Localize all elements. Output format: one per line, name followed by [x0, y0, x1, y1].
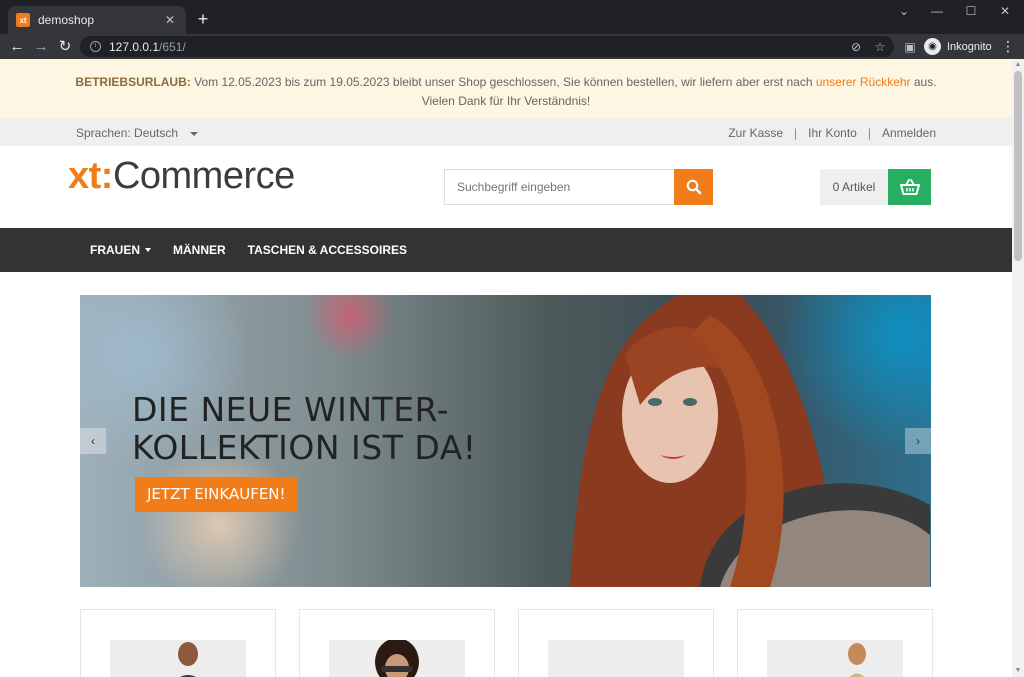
hero-title-line1: DIE NEUE WINTER-: [132, 390, 450, 429]
separator: |: [867, 126, 871, 140]
product-card[interactable]: [299, 609, 495, 677]
product-photo: [375, 640, 419, 677]
notice-banner: BETRIEBSURLAUB: Vom 12.05.2023 bis zum 1…: [0, 59, 1012, 118]
nav-item-men[interactable]: MÄNNER: [173, 243, 226, 257]
notice-label: BETRIEBSURLAUB:: [75, 75, 191, 89]
product-card[interactable]: [80, 609, 276, 677]
nav-item-label: TASCHEN & ACCESSOIRES: [247, 243, 408, 257]
new-tab-button[interactable]: +: [194, 8, 212, 30]
product-photo: [178, 642, 198, 677]
nav-item-label: MÄNNER: [173, 243, 226, 257]
search-icon: [686, 179, 701, 195]
caret-down-icon: [190, 131, 199, 136]
browser-tab[interactable]: xt demoshop ✕: [8, 6, 186, 34]
url-path: /651/: [159, 39, 186, 54]
profile-label: Inkognito: [947, 40, 992, 53]
profile-button[interactable]: ◉ Inkognito: [924, 36, 992, 57]
hero-model-image: [570, 295, 930, 587]
search-form: [444, 169, 713, 205]
separator: |: [794, 126, 798, 140]
tab-search-icon[interactable]: ⌄: [893, 4, 915, 20]
tab-title: demoshop: [38, 13, 95, 27]
logo-text: Commerce: [112, 155, 295, 197]
hero-title-line2: KOLLEKTION IST DA!: [132, 428, 477, 467]
scroll-down-icon[interactable]: ▼: [1014, 667, 1022, 675]
hero-slider[interactable]: DIE NEUE WINTER- KOLLEKTION IST DA! JETZ…: [80, 295, 931, 587]
notice-end: aus.: [910, 75, 937, 89]
chevron-left-icon[interactable]: ‹: [80, 428, 106, 454]
product-image: [110, 640, 246, 677]
hero-title: DIE NEUE WINTER- KOLLEKTION IST DA!: [132, 391, 477, 467]
scrollbar[interactable]: ▲ ▼: [1012, 59, 1024, 677]
incognito-icon: ◉: [924, 38, 941, 55]
top-bar: Sprachen: Deutsch Zur Kasse | Ihr Konto …: [0, 118, 1012, 146]
cart-count[interactable]: 0 Artikel: [820, 169, 888, 205]
notice-text: Vom 12.05.2023 bis zum 19.05.2023 bleibt…: [190, 75, 816, 89]
product-image: [329, 640, 465, 677]
product-image: [767, 640, 903, 677]
close-window-button[interactable]: ✕: [994, 4, 1016, 20]
menu-icon[interactable]: ⋮: [1001, 38, 1015, 55]
cart-button[interactable]: [888, 169, 931, 205]
browser-tabbar: xt demoshop ✕ + ⌄ — ☐ ✕: [0, 0, 1024, 34]
search-input[interactable]: [444, 169, 674, 205]
browser-toolbar: ← → ↻ i 127.0.0.1 /651/ ⊘ ☆ ▣ ◉ Inkognit…: [0, 34, 1024, 59]
product-image: [548, 640, 684, 677]
reload-icon[interactable]: ↻: [56, 38, 74, 56]
caret-down-icon: [145, 248, 151, 252]
minimize-button[interactable]: —: [926, 4, 948, 20]
account-links: Zur Kasse | Ihr Konto | Anmelden: [728, 126, 936, 140]
maximize-button[interactable]: ☐: [960, 4, 982, 20]
checkout-link[interactable]: Zur Kasse: [728, 126, 783, 140]
page-viewport: BETRIEBSURLAUB: Vom 12.05.2023 bis zum 1…: [0, 59, 1012, 677]
nav-item-women[interactable]: FRAUEN: [90, 243, 151, 257]
nav-item-label: FRAUEN: [90, 243, 140, 257]
account-link[interactable]: Ihr Konto: [808, 126, 857, 140]
scroll-up-icon[interactable]: ▲: [1014, 61, 1022, 69]
product-card[interactable]: [737, 609, 933, 677]
favicon-icon: xt: [16, 13, 30, 27]
notice-link[interactable]: unserer Rückkehr: [816, 75, 911, 89]
logo-xt: xt:: [68, 155, 113, 197]
product-card[interactable]: [518, 609, 714, 677]
site-header: xt:Commerce 0 Artikel: [0, 146, 1012, 228]
site-logo[interactable]: xt:Commerce: [68, 156, 295, 196]
info-icon[interactable]: i: [90, 41, 101, 52]
close-tab-icon[interactable]: ✕: [162, 13, 178, 27]
login-link[interactable]: Anmelden: [882, 126, 936, 140]
language-select[interactable]: Sprachen: Deutsch: [76, 126, 199, 140]
main-navigation: FRAUEN MÄNNER TASCHEN & ACCESSOIRES: [0, 228, 1012, 272]
eye-off-icon[interactable]: ⊘: [848, 39, 864, 55]
star-icon[interactable]: ☆: [872, 39, 888, 55]
scroll-thumb[interactable]: [1014, 71, 1022, 261]
language-label: Sprachen: Deutsch: [76, 126, 179, 140]
cart-widget: 0 Artikel: [820, 169, 931, 205]
search-button[interactable]: [674, 169, 713, 205]
sidebar-icon[interactable]: ▣: [902, 39, 918, 55]
back-icon[interactable]: ←: [8, 38, 26, 56]
forward-icon[interactable]: →: [32, 38, 50, 56]
product-grid: [80, 609, 933, 677]
chevron-right-icon[interactable]: ›: [905, 428, 931, 454]
basket-icon: [899, 179, 920, 195]
shop-now-button[interactable]: JETZT EINKAUFEN!: [135, 477, 298, 512]
notice-line2: Vielen Dank für Ihr Verständnis!: [421, 94, 591, 108]
nav-item-bags[interactable]: TASCHEN & ACCESSOIRES: [248, 243, 407, 257]
product-photo: [848, 643, 866, 677]
notice-line1: BETRIEBSURLAUB: Vom 12.05.2023 bis zum 1…: [0, 73, 1012, 92]
url-host: 127.0.0.1: [109, 39, 160, 54]
address-bar[interactable]: i 127.0.0.1 /651/ ⊘ ☆: [80, 36, 894, 57]
